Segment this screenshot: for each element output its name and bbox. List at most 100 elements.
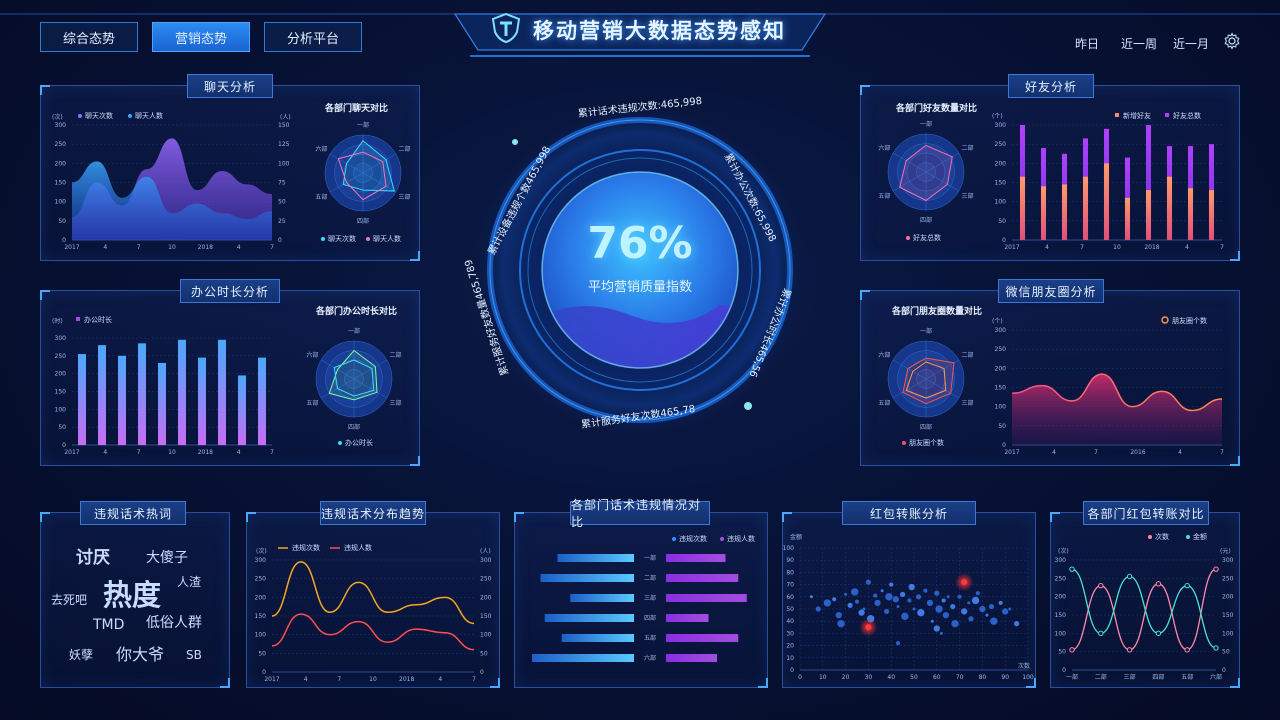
scatter-point <box>941 598 946 603</box>
hot-word: 妖孽 <box>69 648 94 662</box>
legend-dot-rpd-amount <box>1186 535 1190 539</box>
x-tick-label: 三部 <box>1124 673 1136 681</box>
scatter-point <box>854 599 860 604</box>
office-chart: (时) 办公时长 0 50 100 150 200 250 300 2017 4 7 10 2018 4… <box>52 305 402 456</box>
scatter-point <box>901 612 909 621</box>
dept-people-bar <box>666 594 747 602</box>
rpd-point <box>1098 582 1104 589</box>
center-gauge <box>470 100 810 440</box>
y-tick-label: 150 <box>255 613 267 620</box>
legend-dot-office-radar <box>338 441 342 445</box>
y-tick-label: 80 <box>786 569 794 576</box>
scatter-point <box>907 598 912 603</box>
x-tick-label: 2017 <box>64 244 79 251</box>
y-tick-label: 0 <box>1062 667 1066 674</box>
y-tick-label: 10 <box>786 655 794 662</box>
scatter-point <box>926 599 934 607</box>
legend-dot-chat-people <box>128 114 132 118</box>
moments-radar-title: 各部门朋友圈数量对比 <box>891 305 982 317</box>
y-tick-label: 50 <box>58 218 66 225</box>
y-tick-label: 100 <box>783 545 795 552</box>
radar-axis-label: 六部 <box>315 145 327 153</box>
filter-yesterday[interactable]: 昨日 <box>1075 35 1099 52</box>
x-tick-label: 50 <box>910 674 918 681</box>
legend-dot-radar-people <box>366 237 370 241</box>
moments-radar-legend: 朋友圈个数 <box>909 438 944 447</box>
scatter-point <box>988 603 995 610</box>
office-bar <box>158 362 166 445</box>
x-tick-label: 2018 <box>198 449 213 456</box>
legend-dot-dept-people <box>720 537 724 541</box>
scatter-point <box>951 619 959 628</box>
chat-radar-legend-count: 聊天次数 <box>328 234 356 243</box>
moments-area <box>1012 374 1222 445</box>
dept-legend-people: 违规人数 <box>727 534 755 543</box>
scatter-point <box>874 599 881 607</box>
scatter-highlight-point <box>961 579 968 586</box>
dept-count-bar <box>532 654 634 662</box>
x-tick-label: 30 <box>865 674 873 681</box>
y-tick-label: 200 <box>1055 594 1067 601</box>
office-bar <box>138 343 146 445</box>
y-tick-label: 300 <box>995 122 1007 129</box>
friends-legend-total: 好友总数 <box>1173 111 1201 120</box>
scatter-point <box>895 641 901 646</box>
legend-swatch-new-friends <box>1115 113 1119 117</box>
y-tick-label: 300 <box>995 327 1007 334</box>
y-tick-label: 50 <box>998 218 1006 225</box>
scatter-point <box>990 617 998 625</box>
office-bar <box>78 354 86 445</box>
filter-week[interactable]: 近一周 <box>1121 35 1157 52</box>
filter-month[interactable]: 近一月 <box>1173 35 1209 52</box>
y-tick-label: 200 <box>55 160 67 167</box>
rpd-point <box>1184 647 1190 653</box>
radar-axis-label: 五部 <box>878 399 890 407</box>
gear-icon[interactable] <box>1223 32 1241 50</box>
y2-tick-label: 125 <box>278 141 290 148</box>
radar-axis-label: 四部 <box>357 217 369 225</box>
radar-axis-label: 一部 <box>920 120 932 128</box>
radar-axis-label: 三部 <box>390 399 402 407</box>
hot-word: 低俗人群 <box>146 615 202 631</box>
legend-dot-dept-count <box>672 537 676 541</box>
x-tick-label: 2018 <box>1144 244 1159 251</box>
scatter-point <box>985 613 989 617</box>
rpd-plot: 0 50 100 150 200 250 300 0 50 100 150 200 250 300 一部 二部… <box>1055 557 1234 681</box>
radar-axis-label: 二部 <box>962 351 974 359</box>
friends-new-bar <box>1082 176 1089 240</box>
y2-tick-label: 100 <box>278 160 290 167</box>
legend-dot-moments-radar <box>902 441 906 445</box>
scatter-point <box>832 597 837 602</box>
x-tick-label: 7 <box>1220 244 1224 251</box>
y-tick-label: 50 <box>258 650 266 657</box>
rpd-left-unit: (次) <box>1058 547 1069 555</box>
x-tick-label: 2017 <box>264 676 279 683</box>
x-tick-label: 2017 <box>1004 449 1019 456</box>
scatter-point <box>851 588 859 596</box>
hot-word: 大傻子 <box>146 550 188 566</box>
y-tick-label: 300 <box>55 335 67 342</box>
scatter-point <box>923 588 928 593</box>
moments-unit: (个) <box>992 318 1003 325</box>
friends-radar-legend: 好友总数 <box>913 233 941 242</box>
x-tick-label: 40 <box>887 674 895 681</box>
scatter-point <box>979 605 986 613</box>
x-tick-label: 10 <box>819 674 827 681</box>
y2-tick-label: 250 <box>480 576 492 583</box>
scatter-point <box>809 595 813 599</box>
rpd-point <box>1098 630 1104 637</box>
rpd-point <box>1069 647 1075 653</box>
redpacket-chart: 金额 次数 01020304050607080901000 10 20 30 40 50 6… <box>783 533 1034 681</box>
friends-unit: (个) <box>992 113 1003 120</box>
rpd-point <box>1155 581 1162 587</box>
rpd-point <box>1213 645 1219 651</box>
rpd-line-1 <box>1071 568 1217 649</box>
x-tick-label: 7 <box>1220 449 1224 456</box>
office-bar <box>218 339 226 445</box>
radar-axis-label: 四部 <box>920 423 932 431</box>
x-tick-label: 4 <box>304 676 308 683</box>
office-bar <box>238 375 246 445</box>
y-tick-label: 60 <box>786 594 794 601</box>
friends-legend-new: 新增好友 <box>1123 111 1151 120</box>
moments-plot: 0 50 100 150 200 250 300 2017 4 7 2016 4 7 <box>995 327 1225 456</box>
